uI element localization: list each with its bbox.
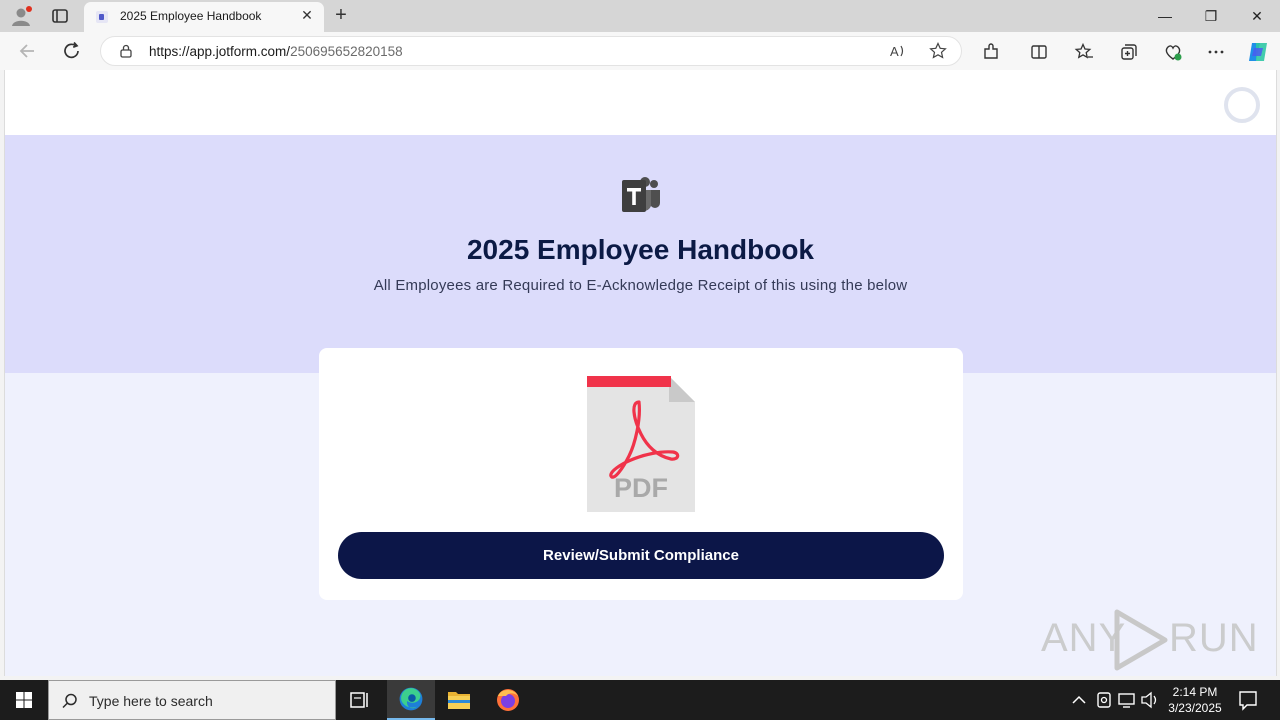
favorite-star-icon[interactable] — [929, 42, 947, 60]
taskbar-search[interactable]: Type here to search — [48, 680, 336, 720]
url-text[interactable]: https://app.jotform.com/250695652820158 — [149, 44, 403, 59]
pdf-file-icon[interactable]: PDF — [587, 376, 695, 512]
extensions-icon[interactable] — [981, 42, 1001, 62]
address-bar[interactable]: https://app.jotform.com/250695652820158 … — [100, 36, 962, 66]
favorites-icon[interactable] — [1074, 42, 1094, 62]
firefox-icon[interactable] — [484, 680, 532, 720]
split-screen-icon[interactable] — [1029, 42, 1049, 62]
refresh-icon[interactable] — [60, 40, 84, 62]
page-viewport: 2025 Employee Handbook All Employees are… — [4, 70, 1277, 676]
teams-favicon-icon — [96, 11, 108, 23]
collections-icon[interactable] — [1119, 42, 1139, 62]
network-icon[interactable] — [1117, 680, 1137, 720]
page-top-strip — [5, 70, 1276, 135]
loader-icon — [1224, 87, 1260, 123]
review-submit-compliance-button[interactable]: Review/Submit Compliance — [338, 532, 944, 579]
minimize-button[interactable]: — — [1142, 0, 1188, 32]
clock-time: 2:14 PM — [1172, 685, 1218, 699]
edge-icon[interactable] — [387, 680, 435, 720]
task-view-icon[interactable] — [336, 680, 384, 720]
svg-text:A: A — [890, 44, 899, 59]
browser-essentials-icon[interactable] — [1163, 42, 1183, 62]
tab-actions-icon[interactable] — [50, 6, 70, 26]
close-window-button[interactable]: ✕ — [1234, 0, 1280, 32]
read-aloud-icon[interactable]: A — [889, 42, 907, 60]
search-placeholder: Type here to search — [89, 693, 213, 709]
windows-start-icon[interactable] — [0, 680, 48, 720]
restore-button[interactable]: ❐ — [1188, 0, 1234, 32]
system-clock[interactable]: 2:14 PM 3/23/2025 — [1160, 684, 1230, 716]
browser-tab-bar: 2025 Employee Handbook ✕ + — ❐ ✕ — [0, 0, 1280, 32]
volume-icon[interactable] — [1140, 680, 1160, 720]
back-icon[interactable] — [16, 40, 40, 62]
anyrun-watermark: ANY RUN — [1041, 606, 1258, 676]
page-subtitle: All Employees are Required to E-Acknowle… — [373, 277, 908, 294]
clock-date: 3/23/2025 — [1168, 701, 1222, 715]
profile-icon[interactable] — [10, 5, 32, 27]
document-card: PDF Review/Submit Compliance — [319, 348, 963, 600]
url-host: https://app.jotform.com/ — [149, 44, 291, 59]
windows-taskbar: Type here to search 2:14 PM 3/23/2025 — [0, 680, 1280, 720]
tab-close-button[interactable]: ✕ — [300, 8, 314, 22]
search-icon — [62, 693, 77, 709]
pdf-label: PDF — [614, 473, 668, 503]
lock-icon[interactable] — [119, 44, 133, 58]
copilot-icon[interactable] — [1246, 40, 1270, 64]
url-path: 250695652820158 — [290, 44, 403, 59]
chevron-up-icon[interactable] — [1070, 680, 1088, 720]
meet-now-icon[interactable] — [1094, 680, 1114, 720]
file-explorer-icon[interactable] — [435, 680, 483, 720]
notifications-icon[interactable] — [1236, 680, 1260, 720]
page-title: 2025 Employee Handbook — [466, 234, 814, 265]
more-icon[interactable] — [1206, 42, 1226, 62]
new-tab-button[interactable]: + — [330, 4, 352, 26]
active-tab[interactable]: 2025 Employee Handbook ✕ — [84, 2, 324, 32]
tab-title: 2025 Employee Handbook — [120, 9, 262, 23]
address-toolbar: https://app.jotform.com/250695652820158 … — [0, 32, 1280, 70]
teams-logo-icon — [622, 177, 660, 212]
watermark-text-right: RUN — [1169, 616, 1259, 660]
play-logo-icon — [1114, 609, 1168, 671]
